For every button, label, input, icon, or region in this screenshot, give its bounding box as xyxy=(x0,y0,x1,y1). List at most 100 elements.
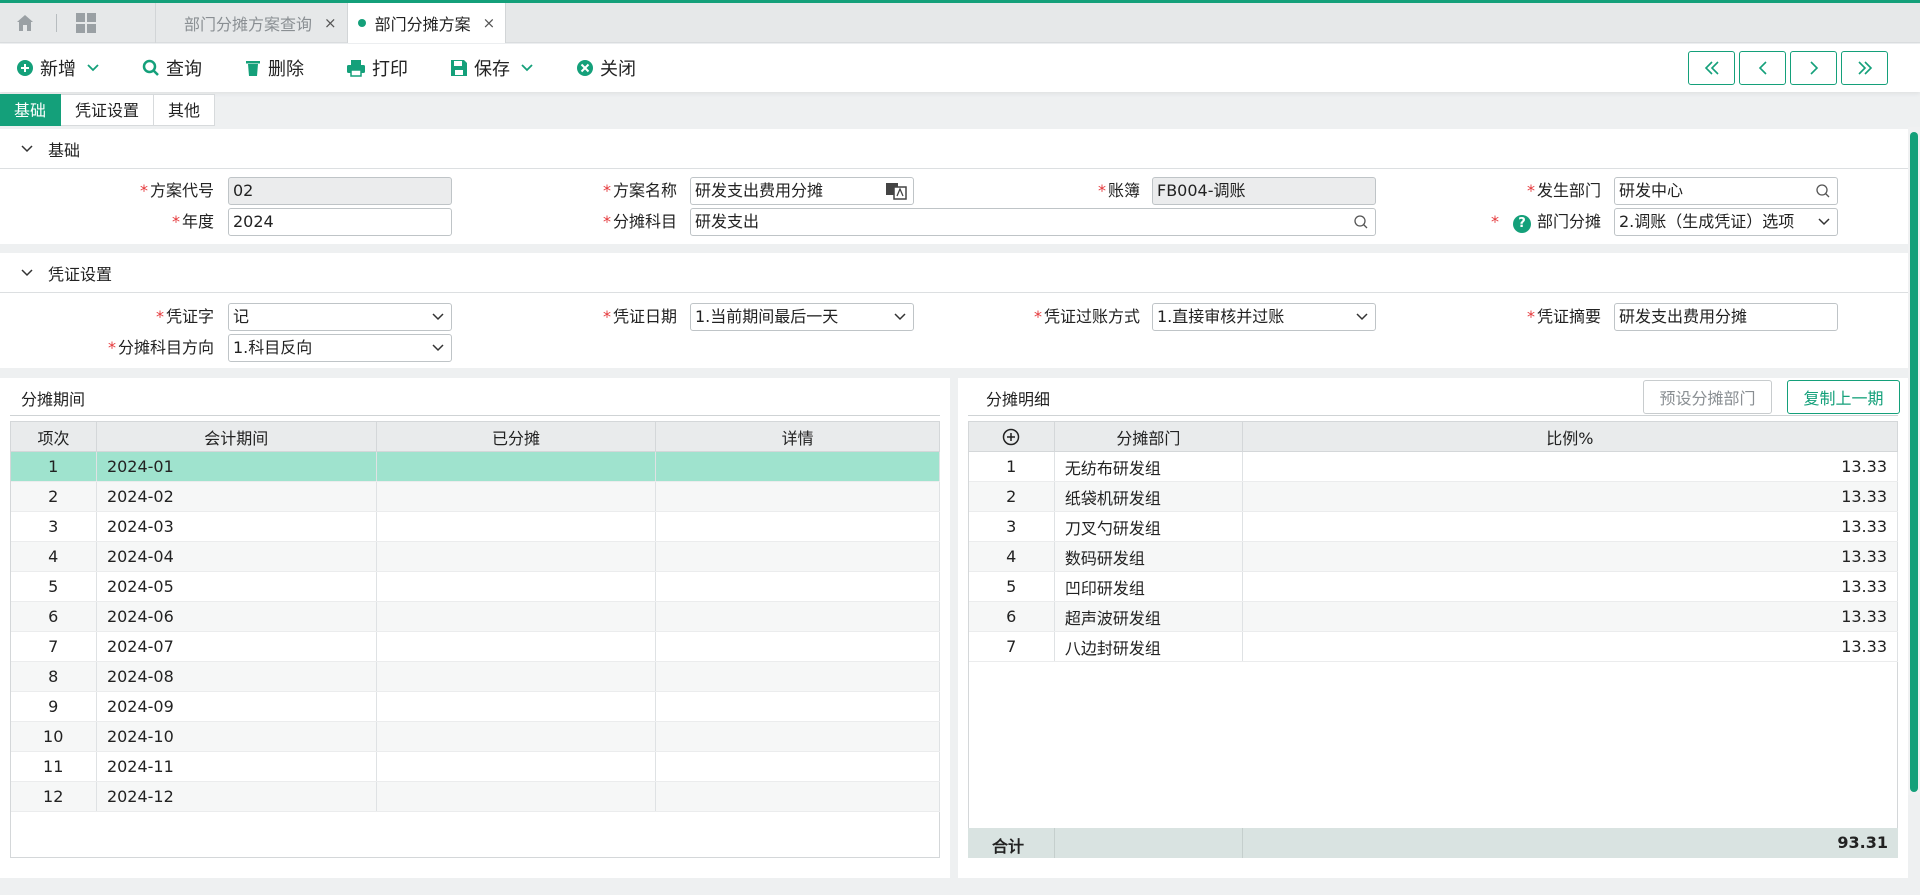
home-icon[interactable] xyxy=(0,3,50,42)
table-cell[interactable] xyxy=(376,481,657,512)
table-cell[interactable]: 10 xyxy=(10,721,97,752)
table-cell[interactable]: 2024-04 xyxy=(96,541,377,572)
table-cell[interactable] xyxy=(376,541,657,572)
table-cell[interactable]: 2024-06 xyxy=(96,601,377,632)
table-cell[interactable]: 2 xyxy=(10,481,97,512)
table-row[interactable]: 7 2024-07 xyxy=(10,631,940,662)
close-icon[interactable]: × xyxy=(324,14,337,32)
table-cell[interactable]: 9 xyxy=(10,691,97,722)
table-row[interactable]: 4 2024-04 xyxy=(10,541,940,572)
table-cell[interactable]: 2024-03 xyxy=(96,511,377,542)
table-cell[interactable]: 无纺布研发组 xyxy=(1054,451,1243,482)
table-cell[interactable] xyxy=(655,691,940,722)
last-record-button[interactable] xyxy=(1841,51,1888,85)
table-cell[interactable] xyxy=(376,631,657,662)
table-cell[interactable] xyxy=(655,481,940,512)
table-cell[interactable]: 12 xyxy=(10,781,97,812)
table-cell[interactable]: 3 xyxy=(968,511,1055,542)
table-cell[interactable] xyxy=(376,601,657,632)
table-cell[interactable]: 1 xyxy=(10,451,97,482)
chevron-down-icon[interactable] xyxy=(20,144,34,154)
chevron-down-icon[interactable] xyxy=(431,304,445,330)
voucher-word-select[interactable]: 记 xyxy=(228,303,452,331)
table-row[interactable]: 8 2024-08 xyxy=(10,661,940,692)
voucher-date-select[interactable]: 1.当前期间最后一天 xyxy=(690,303,914,331)
chevron-down-icon[interactable] xyxy=(893,304,907,330)
table-cell[interactable] xyxy=(655,451,940,482)
column-header[interactable]: 比例% xyxy=(1241,421,1899,452)
preset-dept-button[interactable]: 预设分摊部门 xyxy=(1643,380,1772,414)
table-cell[interactable]: 13.33 xyxy=(1242,571,1899,602)
prev-record-button[interactable] xyxy=(1739,51,1786,85)
table-cell[interactable]: 2024-10 xyxy=(96,721,377,752)
table-cell[interactable]: 凹印研发组 xyxy=(1054,571,1243,602)
table-row[interactable]: 2 纸袋机研发组 13.33 xyxy=(968,481,1899,512)
chevron-down-icon[interactable] xyxy=(1355,304,1369,330)
save-button[interactable]: 保存 xyxy=(450,55,534,81)
table-cell[interactable]: 8 xyxy=(10,661,97,692)
first-record-button[interactable] xyxy=(1688,51,1735,85)
year-input[interactable]: 2024 xyxy=(228,208,452,236)
apps-grid-icon[interactable] xyxy=(61,3,111,42)
table-cell[interactable] xyxy=(655,631,940,662)
table-cell[interactable] xyxy=(655,511,940,542)
voucher-summary-input[interactable]: 研发支出费用分摊 xyxy=(1614,303,1838,331)
table-row[interactable]: 7 八边封研发组 13.33 xyxy=(968,631,1899,662)
table-cell[interactable]: 超声波研发组 xyxy=(1054,601,1243,632)
table-cell[interactable]: 数码研发组 xyxy=(1054,541,1243,572)
column-header[interactable]: 已分摊 xyxy=(375,421,657,452)
translate-icon[interactable] xyxy=(885,178,907,204)
table-cell[interactable]: 7 xyxy=(10,631,97,662)
chevron-down-icon[interactable] xyxy=(1817,209,1831,235)
subtab-basic[interactable]: 基础 xyxy=(0,94,62,126)
search-icon[interactable] xyxy=(1353,209,1369,235)
table-row[interactable]: 2 2024-02 xyxy=(10,481,940,512)
chevron-down-icon[interactable] xyxy=(20,268,34,278)
table-cell[interactable] xyxy=(655,721,940,752)
table-cell[interactable] xyxy=(655,541,940,572)
close-button[interactable]: 关闭 xyxy=(576,55,636,81)
table-cell[interactable] xyxy=(376,571,657,602)
table-cell[interactable]: 4 xyxy=(968,541,1055,572)
table-cell[interactable]: 3 xyxy=(10,511,97,542)
table-cell[interactable]: 11 xyxy=(10,751,97,782)
table-cell[interactable]: 1 xyxy=(968,451,1055,482)
table-row[interactable]: 10 2024-10 xyxy=(10,721,940,752)
table-row[interactable]: 5 凹印研发组 13.33 xyxy=(968,571,1899,602)
column-header[interactable]: 会计期间 xyxy=(95,421,377,452)
chevron-down-icon[interactable] xyxy=(86,63,100,73)
table-cell[interactable]: 2024-08 xyxy=(96,661,377,692)
query-button[interactable]: 查询 xyxy=(142,55,202,81)
table-cell[interactable]: 5 xyxy=(10,571,97,602)
table-row[interactable]: 4 数码研发组 13.33 xyxy=(968,541,1899,572)
page-scrollbar-thumb[interactable] xyxy=(1910,132,1918,792)
table-cell[interactable]: 13.33 xyxy=(1242,541,1899,572)
table-cell[interactable]: 2024-07 xyxy=(96,631,377,662)
chevron-down-icon[interactable] xyxy=(520,63,534,73)
subtab-voucher-settings[interactable]: 凭证设置 xyxy=(61,94,155,126)
table-cell[interactable] xyxy=(655,751,940,782)
table-cell[interactable] xyxy=(376,511,657,542)
table-cell[interactable]: 13.33 xyxy=(1242,451,1899,482)
next-record-button[interactable] xyxy=(1790,51,1837,85)
column-header[interactable]: 分摊部门 xyxy=(1053,421,1243,452)
table-row[interactable]: 9 2024-09 xyxy=(10,691,940,722)
close-icon[interactable]: × xyxy=(483,14,496,32)
add-button[interactable]: 新增 xyxy=(16,55,100,81)
table-cell[interactable] xyxy=(376,751,657,782)
table-cell[interactable]: 2024-11 xyxy=(96,751,377,782)
ledger-field[interactable]: FB004-调账 xyxy=(1152,177,1376,205)
table-cell[interactable] xyxy=(376,661,657,692)
table-cell[interactable]: 13.33 xyxy=(1242,631,1899,662)
tab-dept-alloc-query[interactable]: 部门分摊方案查询 × xyxy=(155,3,347,43)
alloc-subject-input[interactable]: 研发支出 xyxy=(690,208,1376,236)
table-row[interactable]: 1 2024-01 xyxy=(10,451,940,482)
posting-method-select[interactable]: 1.直接审核并过账 xyxy=(1152,303,1376,331)
table-cell[interactable]: 2024-02 xyxy=(96,481,377,512)
table-cell[interactable]: 纸袋机研发组 xyxy=(1054,481,1243,512)
table-cell[interactable]: 13.33 xyxy=(1242,511,1899,542)
help-icon[interactable]: ? xyxy=(1512,215,1531,233)
tab-dept-alloc-scheme[interactable]: 部门分摊方案 × xyxy=(346,3,507,43)
table-cell[interactable]: 13.33 xyxy=(1242,601,1899,632)
occur-dept-input[interactable]: 研发中心 xyxy=(1614,177,1838,205)
